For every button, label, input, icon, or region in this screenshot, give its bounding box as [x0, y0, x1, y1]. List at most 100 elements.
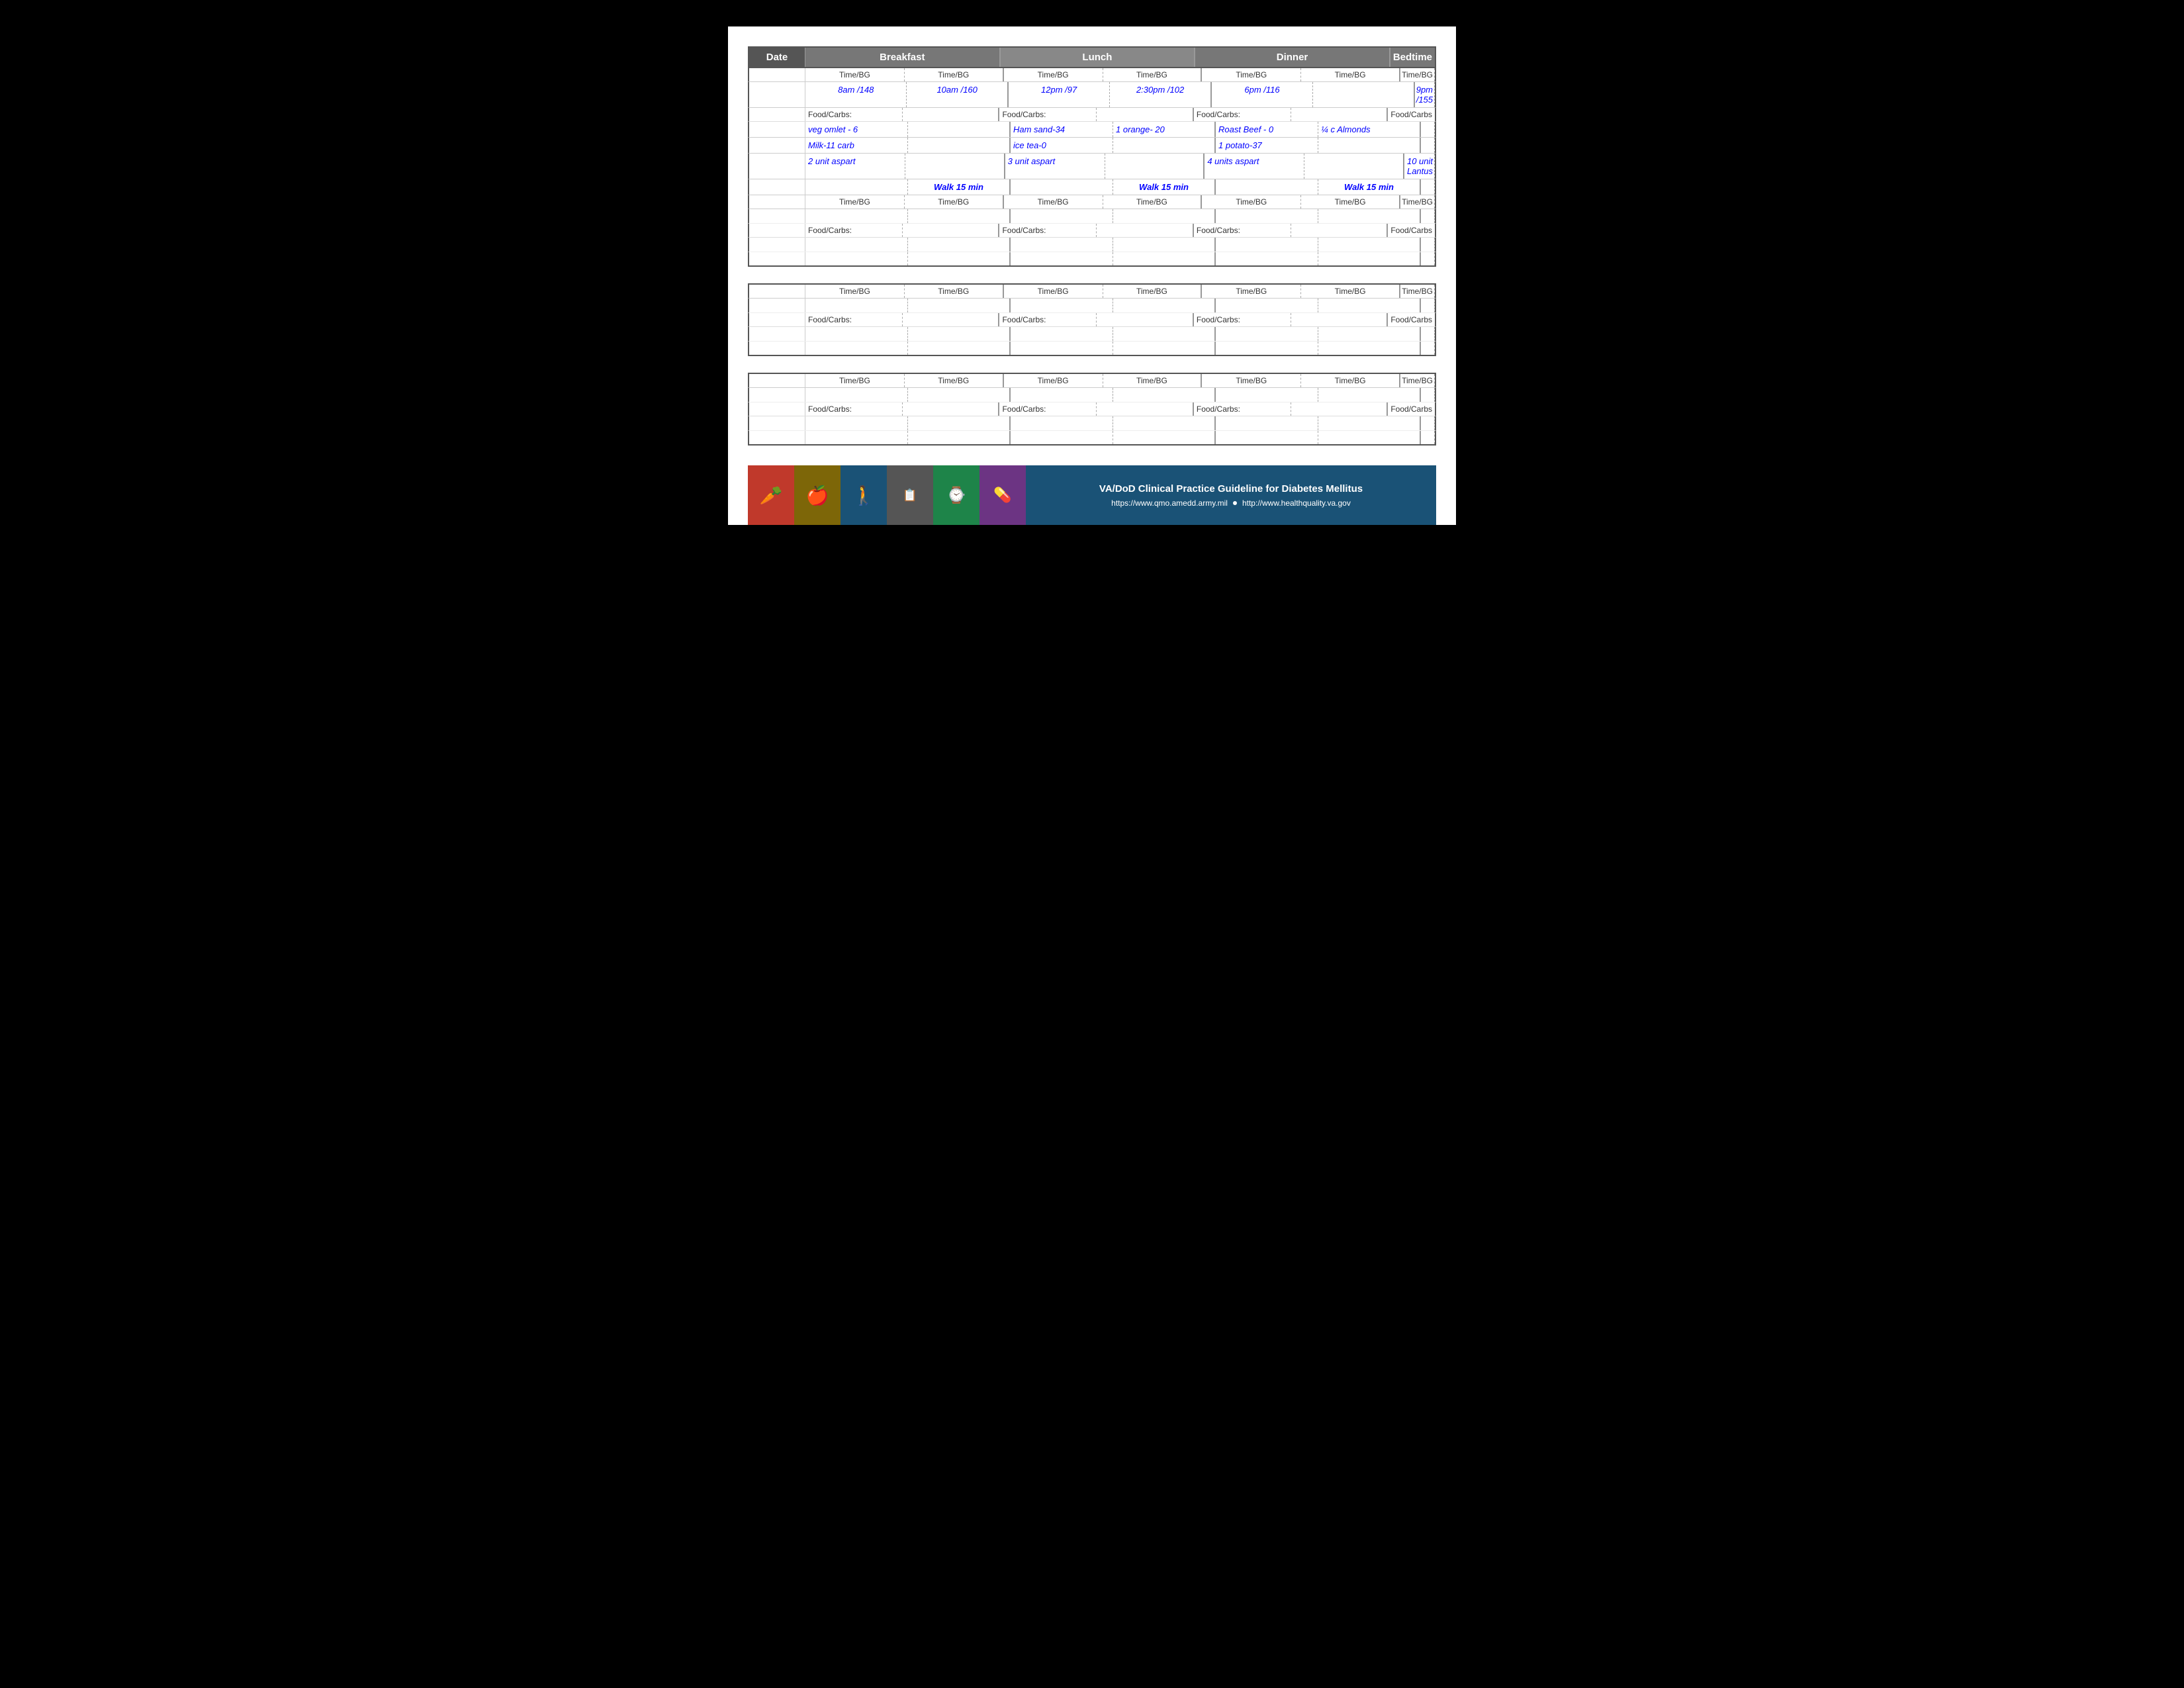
fv3-7: 10 unit Lantus: [1404, 154, 1435, 179]
fv1-3: Ham sand-34: [1011, 122, 1113, 137]
fv2-5: 1 potato-37: [1216, 138, 1318, 153]
footer-img-1: 🥕: [748, 465, 794, 525]
walk1: [805, 179, 908, 195]
footer-img-3: 🚶: [841, 465, 887, 525]
day3-blank1: [748, 388, 1436, 402]
day1-foodlabels-row: Food/Carbs: Food/Carbs: Food/Carbs: Food…: [748, 108, 1436, 122]
fv2-6: [1318, 138, 1421, 153]
fv1-1: veg omlet - 6: [805, 122, 908, 137]
day-separator-2: [748, 267, 1436, 283]
lunch-header: Lunch: [1001, 48, 1196, 67]
bedtime-header: Bedtime: [1390, 48, 1435, 67]
page: Date Breakfast Lunch Dinner Bedtime Time…: [728, 26, 1456, 525]
walk4: Walk 15 min: [1113, 179, 1216, 195]
bedtime-label: Bedtime: [1393, 52, 1432, 63]
dinner-label: Dinner: [1277, 52, 1308, 63]
fv1-5: Roast Beef - 0: [1216, 122, 1318, 137]
fv3-6: [1304, 154, 1404, 179]
dinner-header: Dinner: [1195, 48, 1390, 67]
day1-food2-row: Milk-11 carb ice tea-0 1 potato-37: [748, 138, 1436, 154]
day1-food3-row: 2 unit aspart 3 unit aspart 4 units aspa…: [748, 154, 1436, 179]
timebg-2: Time/BG: [905, 68, 1004, 81]
footer-img-5: ⌚: [933, 465, 979, 525]
time5: 6pm /116: [1212, 82, 1313, 107]
fl2: [903, 108, 1000, 121]
fl7: Food/Carbs: [1388, 108, 1435, 121]
fv2-7: [1421, 138, 1435, 153]
day1-food1-row: veg omlet - 6 Ham sand-34 1 orange- 20 R…: [748, 122, 1436, 138]
fv2-4: [1113, 138, 1216, 153]
time3: 12pm /97: [1009, 82, 1110, 107]
walk2: Walk 15 min: [908, 179, 1011, 195]
fv2-2: [908, 138, 1011, 153]
fl3: Food/Carbs:: [999, 108, 1097, 121]
footer-url2: http://www.healthquality.va.gov: [1242, 498, 1351, 508]
fv2-3: ice tea-0: [1011, 138, 1113, 153]
day1-foodlabels2-row: Food/Carbs: Food/Carbs: Food/Carbs: Food…: [748, 224, 1436, 238]
fv1-6: ¼ c Almonds: [1318, 122, 1421, 137]
time7: 9pm /155: [1415, 82, 1435, 107]
day1-blank3: [748, 252, 1436, 267]
day1-date: [749, 82, 805, 107]
subheader-row: Time/BG Time/BG Time/BG Time/BG Time/BG …: [748, 68, 1436, 82]
day3-blank3: [748, 431, 1436, 445]
footer-title: VA/DoD Clinical Practice Guideline for D…: [1099, 483, 1363, 494]
footer-text-block: VA/DoD Clinical Practice Guideline for D…: [1026, 465, 1436, 525]
fv1-2: [908, 122, 1011, 137]
fl1: Food/Carbs:: [805, 108, 903, 121]
fv3-4: [1105, 154, 1205, 179]
date-header: Date: [749, 48, 805, 67]
day2-blank1: [748, 299, 1436, 313]
timebg-5: Time/BG: [1202, 68, 1301, 81]
fv1-7: [1421, 122, 1435, 137]
walk7: [1421, 179, 1435, 195]
time2: 10am /160: [907, 82, 1008, 107]
fv2-1: Milk-11 carb: [805, 138, 908, 153]
walk5: [1216, 179, 1318, 195]
footer-urls: https://www.qmo.amedd.army.mil http://ww…: [1111, 498, 1351, 508]
day1-empty-timebg: Time/BG Time/BG Time/BG Time/BG Time/BG …: [748, 195, 1436, 209]
timebg-4: Time/BG: [1103, 68, 1203, 81]
fv1-4: 1 orange- 20: [1113, 122, 1216, 137]
day2-timebg: Time/BG Time/BG Time/BG Time/BG Time/BG …: [748, 283, 1436, 299]
timebg-3: Time/BG: [1004, 68, 1103, 81]
footer-url1: https://www.qmo.amedd.army.mil: [1111, 498, 1228, 508]
fv3-3: 3 unit aspart: [1005, 154, 1105, 179]
day3-timebg: Time/BG Time/BG Time/BG Time/BG Time/BG …: [748, 373, 1436, 388]
footer-images: 🥕 🍎 🚶 📋 ⌚ 💊: [748, 465, 1026, 525]
footer: 🥕 🍎 🚶 📋 ⌚ 💊 VA/DoD Clinical Practice Gui…: [748, 465, 1436, 525]
time1: 8am /148: [805, 82, 907, 107]
footer-img-4: 📋: [887, 465, 933, 525]
fv3-1: 2 unit aspart: [805, 154, 905, 179]
time6: [1313, 82, 1414, 107]
timebg-7: Time/BG: [1400, 68, 1435, 81]
lunch-label: Lunch: [1082, 52, 1112, 63]
fl6: [1291, 108, 1388, 121]
day3-foodlabels-row: Food/Carbs: Food/Carbs: Food/Carbs: Food…: [748, 402, 1436, 416]
day-separator-3: [748, 356, 1436, 373]
day1-walk-row: Walk 15 min Walk 15 min Walk 15 min: [748, 179, 1436, 195]
date-label: Date: [766, 52, 788, 63]
fv3-2: [905, 154, 1005, 179]
day2-blank3: [748, 342, 1436, 356]
date-cell-sub: [749, 68, 805, 81]
walk6: Walk 15 min: [1318, 179, 1421, 195]
footer-dot: [1233, 501, 1237, 505]
fl4: [1097, 108, 1194, 121]
timebg-1: Time/BG: [805, 68, 905, 81]
breakfast-label: Breakfast: [880, 52, 925, 63]
time4: 2:30pm /102: [1110, 82, 1211, 107]
timebg-6: Time/BG: [1301, 68, 1400, 81]
walk3: [1011, 179, 1113, 195]
footer-img-6: 💊: [979, 465, 1026, 525]
day1-blank2: [748, 238, 1436, 252]
breakfast-header: Breakfast: [805, 48, 1001, 67]
day2-blank2: [748, 327, 1436, 342]
day1-blank1: [748, 209, 1436, 224]
day3-blank2: [748, 416, 1436, 431]
fv3-5: 4 units aspart: [1205, 154, 1304, 179]
footer-img-2: 🍎: [794, 465, 841, 525]
header-row: Date Breakfast Lunch Dinner Bedtime: [748, 46, 1436, 68]
day2-foodlabels-row: Food/Carbs: Food/Carbs: Food/Carbs: Food…: [748, 313, 1436, 327]
day1-times-row: 8am /148 10am /160 12pm /97 2:30pm /102 …: [748, 82, 1436, 108]
